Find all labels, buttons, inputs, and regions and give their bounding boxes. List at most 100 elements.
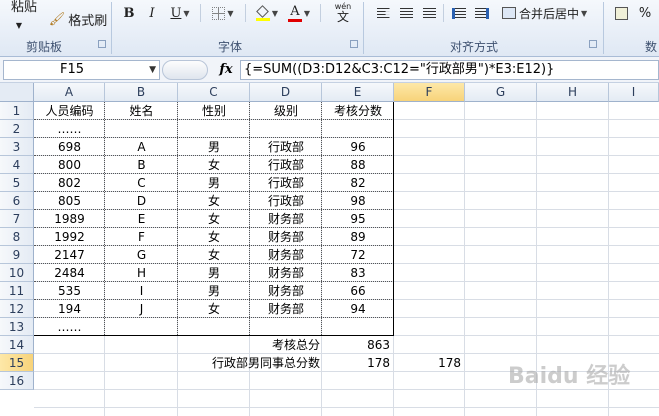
table-cell[interactable]: E [105, 210, 178, 228]
column-header-a[interactable]: A [34, 83, 105, 102]
row-header[interactable]: 5 [0, 174, 34, 192]
row-header[interactable]: 4 [0, 156, 34, 174]
table-cell[interactable]: 98 [322, 192, 394, 210]
spreadsheet-grid[interactable]: A B C D E F G H I 1 2 3 4 5 6 7 8 9 10 1… [0, 83, 659, 416]
align-left-button[interactable] [374, 2, 392, 24]
formula-input[interactable]: {=SUM((D3:D12&C3:C12="行政部男")*E3:E12)} [240, 60, 659, 80]
table-cell[interactable]: 财务部 [250, 300, 322, 318]
row-header[interactable]: 6 [0, 192, 34, 210]
table-cell[interactable]: 男 [178, 264, 250, 282]
admin-male-label-cell[interactable]: 行政部男同事总分数 [178, 354, 322, 372]
table-cell[interactable]: 1989 [34, 210, 105, 228]
column-header-d[interactable]: D [250, 83, 322, 102]
borders-button[interactable]: ▼ [208, 2, 238, 24]
decrease-indent-button[interactable] [450, 2, 468, 24]
table-cell[interactable]: 财务部 [250, 264, 322, 282]
accounting-format-button[interactable] [610, 2, 632, 24]
ellipsis-cell[interactable]: …… [34, 120, 105, 138]
table-cell[interactable]: A [105, 138, 178, 156]
select-all-corner[interactable] [0, 83, 34, 102]
table-cell[interactable]: 800 [34, 156, 105, 174]
column-header-c[interactable]: C [178, 83, 250, 102]
header-cell[interactable]: 性别 [178, 102, 250, 120]
table-cell[interactable]: 82 [322, 174, 394, 192]
column-header-h[interactable]: H [537, 83, 609, 102]
table-cell[interactable]: 2484 [34, 264, 105, 282]
row-header[interactable]: 14 [0, 336, 34, 354]
table-cell[interactable]: 男 [178, 174, 250, 192]
column-header-f[interactable]: F [394, 83, 465, 102]
table-cell[interactable]: 94 [322, 300, 394, 318]
table-cell[interactable]: 66 [322, 282, 394, 300]
phonetic-button[interactable]: wén 文 [327, 1, 359, 23]
table-cell[interactable]: 女 [178, 210, 250, 228]
header-cell[interactable]: 级别 [250, 102, 322, 120]
formula-bar-splitter[interactable] [162, 60, 208, 80]
paste-button[interactable]: 粘贴 [4, 0, 44, 16]
row-header[interactable]: 9 [0, 246, 34, 264]
f15-selected-cell[interactable]: 178 [394, 354, 465, 372]
table-cell[interactable]: 财务部 [250, 210, 322, 228]
table-cell[interactable]: 女 [178, 300, 250, 318]
table-cell[interactable]: 88 [322, 156, 394, 174]
column-header-g[interactable]: G [465, 83, 537, 102]
total-label-cell[interactable]: 考核总分 [250, 336, 322, 354]
insert-function-button[interactable]: fx [213, 60, 239, 80]
chevron-down-icon[interactable]: ▼ [149, 61, 156, 79]
header-cell[interactable]: 姓名 [105, 102, 178, 120]
table-cell[interactable]: 女 [178, 228, 250, 246]
row-header[interactable]: 10 [0, 264, 34, 282]
table-cell[interactable]: 1992 [34, 228, 105, 246]
merge-center-button[interactable]: 合并后居中 ▼ [502, 2, 598, 24]
clipboard-launcher-icon[interactable] [98, 40, 106, 48]
total-value-cell[interactable]: 863 [322, 336, 394, 354]
font-color-button[interactable]: A ▼ [284, 2, 314, 24]
row-header[interactable]: 8 [0, 228, 34, 246]
row-header[interactable]: 13 [0, 318, 34, 336]
table-cell[interactable]: 89 [322, 228, 394, 246]
table-cell[interactable]: B [105, 156, 178, 174]
row-header[interactable]: 1 [0, 102, 34, 120]
column-header-e[interactable]: E [322, 83, 394, 102]
table-cell[interactable]: 535 [34, 282, 105, 300]
row-header[interactable]: 3 [0, 138, 34, 156]
row-header[interactable]: 2 [0, 120, 34, 138]
table-cell[interactable]: G [105, 246, 178, 264]
table-cell[interactable]: 女 [178, 192, 250, 210]
row-header[interactable]: 12 [0, 300, 34, 318]
row-header[interactable]: 15 [0, 354, 34, 372]
table-cell[interactable]: 女 [178, 156, 250, 174]
row-header[interactable]: 16 [0, 372, 34, 390]
table-cell[interactable]: J [105, 300, 178, 318]
table-cell[interactable]: 698 [34, 138, 105, 156]
table-cell[interactable]: H [105, 264, 178, 282]
table-cell[interactable]: 96 [322, 138, 394, 156]
header-cell[interactable]: 人员编码 [34, 102, 105, 120]
percent-style-button[interactable]: % [634, 2, 656, 24]
table-cell[interactable]: 95 [322, 210, 394, 228]
column-header-i[interactable]: I [609, 83, 659, 102]
header-cell[interactable]: 考核分数 [322, 102, 394, 120]
table-cell[interactable]: C [105, 174, 178, 192]
table-cell[interactable]: 83 [322, 264, 394, 282]
table-cell[interactable]: 女 [178, 246, 250, 264]
font-launcher-icon[interactable] [350, 40, 358, 48]
table-cell[interactable]: 805 [34, 192, 105, 210]
table-cell[interactable]: 行政部 [250, 192, 322, 210]
table-cell[interactable]: F [105, 228, 178, 246]
table-cell[interactable]: D [105, 192, 178, 210]
fill-color-button[interactable]: ▼ [252, 2, 282, 24]
italic-button[interactable]: I [143, 2, 161, 24]
format-painter-button[interactable]: 🖌 格式刷 [48, 8, 108, 30]
table-cell[interactable]: 行政部 [250, 174, 322, 192]
table-cell[interactable]: 802 [34, 174, 105, 192]
align-center-button[interactable] [397, 2, 415, 24]
table-cell[interactable]: 行政部 [250, 156, 322, 174]
table-cell[interactable]: 194 [34, 300, 105, 318]
row-header[interactable]: 11 [0, 282, 34, 300]
table-cell[interactable]: 行政部 [250, 138, 322, 156]
increase-indent-button[interactable] [473, 2, 491, 24]
column-header-b[interactable]: B [105, 83, 178, 102]
table-cell[interactable]: 男 [178, 282, 250, 300]
underline-button[interactable]: U ▼ [166, 2, 194, 24]
